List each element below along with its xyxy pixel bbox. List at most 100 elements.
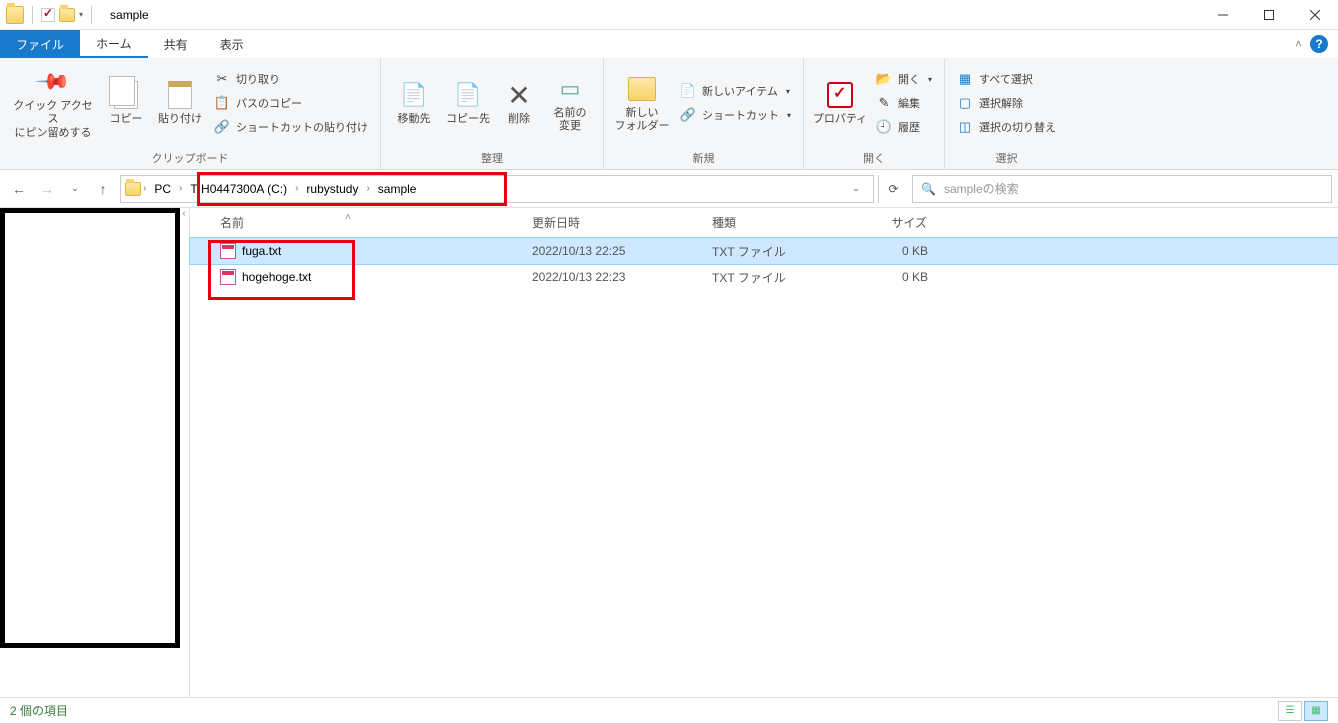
tab-home[interactable]: ホーム bbox=[80, 30, 148, 58]
titlebar: ▾ sample bbox=[0, 0, 1338, 30]
up-button[interactable]: ↑ bbox=[90, 176, 116, 202]
label: 選択の切り替え bbox=[979, 119, 1056, 135]
move-to-button[interactable]: 📄移動先 bbox=[389, 64, 439, 142]
edit-button[interactable]: ✎ 編集 bbox=[872, 93, 936, 113]
copy-button[interactable]: コピー bbox=[102, 64, 150, 142]
collapse-ribbon-icon[interactable]: ˄ bbox=[1295, 37, 1302, 51]
column-name[interactable]: 名前 bbox=[190, 214, 520, 231]
file-row[interactable]: hogehoge.txt2022/10/13 22:23TXT ファイル0 KB bbox=[190, 264, 1338, 290]
copy-path-button[interactable]: 📋パスのコピー bbox=[210, 93, 372, 113]
select-none-button[interactable]: ▢選択解除 bbox=[953, 93, 1060, 113]
invert-selection-button[interactable]: ◫選択の切り替え bbox=[953, 117, 1060, 137]
minimize-button[interactable] bbox=[1200, 0, 1246, 30]
search-icon: 🔍 bbox=[921, 182, 936, 196]
edit-icon: ✎ bbox=[876, 95, 892, 111]
label: 貼り付け bbox=[158, 113, 202, 126]
paste-shortcut-button[interactable]: 🔗ショートカットの貼り付け bbox=[210, 117, 372, 137]
label: クイック アクセス にピン留めする bbox=[8, 100, 98, 140]
label: すべて選択 bbox=[979, 71, 1033, 87]
separator bbox=[32, 6, 33, 24]
tab-file[interactable]: ファイル bbox=[0, 30, 80, 58]
separator bbox=[91, 6, 92, 24]
label: 切り取り bbox=[236, 71, 280, 87]
file-list-pane: 名前 更新日時 種類 サイズ fuga.txt2022/10/13 22:25T… bbox=[190, 208, 1338, 697]
address-bar[interactable]: › PC › TIH0447300A (C:) › rubystudy › sa… bbox=[120, 175, 874, 203]
delete-icon: ✕ bbox=[503, 79, 535, 111]
search-box[interactable]: 🔍 bbox=[912, 175, 1332, 203]
file-icon bbox=[220, 269, 236, 285]
navigation-bar: ← → ⌄ ↑ › PC › TIH0447300A (C:) › rubyst… bbox=[0, 170, 1338, 208]
column-size[interactable]: サイズ bbox=[850, 214, 940, 231]
crumb-pc[interactable]: PC bbox=[148, 176, 177, 202]
view-icons-button[interactable]: ▦ bbox=[1304, 701, 1328, 721]
open-button[interactable]: 📂開く▾ bbox=[872, 69, 936, 89]
label: 編集 bbox=[898, 95, 920, 111]
forward-button[interactable]: → bbox=[34, 176, 60, 202]
file-type: TXT ファイル bbox=[700, 269, 850, 286]
column-type[interactable]: 種類 bbox=[700, 214, 850, 231]
column-headers: 名前 更新日時 種類 サイズ bbox=[190, 208, 1338, 238]
status-text: 2 個の項目 bbox=[10, 702, 68, 719]
delete-button[interactable]: ✕ 削除 bbox=[497, 64, 541, 142]
label: 削除 bbox=[508, 113, 530, 126]
new-folder-button[interactable]: 新しい フォルダー bbox=[612, 64, 672, 142]
paste-button[interactable]: 貼り付け bbox=[154, 64, 206, 142]
crumb-drive[interactable]: TIH0447300A (C:) bbox=[184, 176, 293, 202]
close-icon bbox=[1310, 10, 1320, 20]
status-bar: 2 個の項目 ☰ ▦ bbox=[0, 697, 1338, 723]
view-details-button[interactable]: ☰ bbox=[1278, 701, 1302, 721]
group-new: 新しい フォルダー 📄新しいアイテム▾ 🔗ショートカット▾ 新規 bbox=[604, 58, 804, 169]
cut-icon: ✂ bbox=[214, 71, 230, 87]
back-button[interactable]: ← bbox=[6, 176, 32, 202]
shortcut-icon: 🔗 bbox=[214, 119, 230, 135]
navigation-pane[interactable]: ‹ bbox=[0, 208, 190, 697]
address-dropdown[interactable]: ⌄ bbox=[843, 176, 869, 202]
pin-icon: 📌 bbox=[30, 60, 75, 105]
group-label: 開く bbox=[804, 148, 944, 169]
tab-share[interactable]: 共有 bbox=[148, 30, 204, 58]
quick-access-toolbar: ▾ bbox=[0, 6, 102, 24]
chevron-icon[interactable]: › bbox=[143, 183, 146, 194]
chevron-icon[interactable]: › bbox=[366, 183, 369, 194]
properties-qat-icon[interactable] bbox=[41, 8, 55, 22]
properties-icon bbox=[824, 79, 856, 111]
qat-dropdown-icon[interactable]: ▾ bbox=[79, 10, 83, 19]
chevron-icon[interactable]: › bbox=[295, 183, 298, 194]
file-row[interactable]: fuga.txt2022/10/13 22:25TXT ファイル0 KB bbox=[190, 238, 1338, 264]
newitem-icon: 📄 bbox=[680, 83, 696, 99]
crumb-folder2[interactable]: sample bbox=[372, 176, 423, 202]
search-input[interactable] bbox=[944, 182, 1323, 196]
selectall-icon: ▦ bbox=[957, 71, 973, 87]
column-date[interactable]: 更新日時 bbox=[520, 214, 700, 231]
file-type: TXT ファイル bbox=[700, 243, 850, 260]
open-icon: 📂 bbox=[876, 71, 892, 87]
copy-to-button[interactable]: 📄コピー先 bbox=[443, 64, 493, 142]
collapse-handle[interactable]: ‹ bbox=[179, 208, 189, 219]
label: 新しい フォルダー bbox=[615, 107, 670, 133]
history-button[interactable]: 🕘履歴 bbox=[872, 117, 936, 137]
properties-button[interactable]: プロパティ bbox=[812, 64, 868, 142]
chevron-icon[interactable]: › bbox=[179, 183, 182, 194]
label: パスのコピー bbox=[236, 95, 302, 111]
recent-dropdown[interactable]: ⌄ bbox=[62, 176, 88, 202]
label: 名前の 変更 bbox=[554, 107, 587, 133]
help-icon[interactable]: ? bbox=[1310, 35, 1328, 53]
rename-button[interactable]: ▭名前の 変更 bbox=[545, 64, 595, 142]
close-button[interactable] bbox=[1292, 0, 1338, 30]
pin-to-quick-access-button[interactable]: 📌 クイック アクセス にピン留めする bbox=[8, 64, 98, 142]
tab-view[interactable]: 表示 bbox=[204, 30, 260, 58]
redaction-box bbox=[0, 208, 180, 648]
cut-button[interactable]: ✂ 切り取り bbox=[210, 69, 372, 89]
file-icon bbox=[220, 243, 236, 259]
new-item-button[interactable]: 📄新しいアイテム▾ bbox=[676, 81, 795, 101]
new-shortcut-button[interactable]: 🔗ショートカット▾ bbox=[676, 105, 795, 125]
shortcut-icon: 🔗 bbox=[680, 107, 696, 123]
group-label: 選択 bbox=[945, 148, 1068, 169]
refresh-button[interactable]: ⟳ bbox=[878, 175, 908, 203]
file-size: 0 KB bbox=[850, 244, 940, 258]
crumb-folder1[interactable]: rubystudy bbox=[300, 176, 364, 202]
label: コピー先 bbox=[446, 113, 490, 126]
maximize-button[interactable] bbox=[1246, 0, 1292, 30]
group-label: 新規 bbox=[604, 148, 803, 169]
select-all-button[interactable]: ▦ すべて選択 bbox=[953, 69, 1060, 89]
